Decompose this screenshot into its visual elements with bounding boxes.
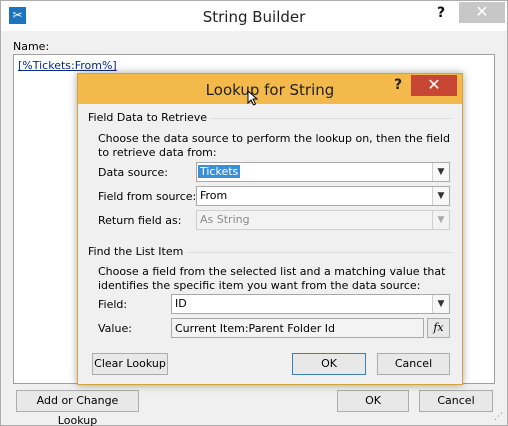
field-label: Field:: [98, 298, 128, 311]
resize-grip-icon[interactable]: ⋰: [494, 412, 504, 422]
clear-lookup-button[interactable]: Clear Lookup: [92, 353, 168, 375]
outer-ok-button[interactable]: OK: [337, 390, 409, 412]
formula-builder-button[interactable]: fx: [427, 318, 450, 338]
outer-close-button[interactable]: ✕: [459, 2, 505, 23]
value-label: Value:: [98, 322, 132, 335]
field-data-description: Choose the data source to perform the lo…: [98, 132, 450, 159]
dialog-ok-button[interactable]: OK: [292, 353, 366, 375]
outer-window-title: String Builder: [202, 8, 306, 26]
chevron-down-icon[interactable]: ▼: [432, 295, 449, 313]
outer-help-button[interactable]: ?: [433, 5, 449, 25]
return-field-select: As String ▼: [196, 210, 450, 230]
outer-titlebar: ✂ String Builder ? ✕: [1, 1, 507, 31]
data-source-label: Data source:: [98, 166, 168, 179]
field-from-source-value: From: [200, 189, 228, 202]
add-or-change-lookup-button[interactable]: Add or Change Lookup: [16, 390, 139, 426]
group-title-field-data: Field Data to Retrieve: [88, 111, 212, 124]
list-item-description: Choose a field from the selected list an…: [98, 265, 446, 292]
value-input[interactable]: Current Item:Parent Folder Id: [171, 318, 424, 338]
value-input-text: Current Item:Parent Folder Id: [175, 322, 335, 335]
data-source-select[interactable]: Tickets ▼: [196, 162, 450, 182]
return-field-value: As String: [200, 213, 250, 226]
chevron-down-icon[interactable]: ▼: [432, 187, 449, 205]
dialog-close-button[interactable]: ✕: [411, 75, 457, 96]
lookup-for-string-dialog: Lookup for String ? ✕ Field Data to Retr…: [77, 73, 463, 385]
dialog-cancel-button[interactable]: Cancel: [377, 353, 450, 375]
field-from-source-select[interactable]: From ▼: [196, 186, 450, 206]
name-lookup-token[interactable]: [%Tickets:From%]: [18, 59, 117, 72]
chevron-down-icon[interactable]: ▼: [432, 163, 449, 181]
return-field-label: Return field as:: [98, 214, 182, 227]
dialog-titlebar[interactable]: Lookup for String ? ✕: [78, 74, 462, 104]
field-from-source-label: Field from source:: [98, 190, 197, 203]
dialog-help-button[interactable]: ?: [391, 77, 405, 93]
chevron-down-icon: ▼: [432, 211, 449, 229]
data-source-value: Tickets: [198, 165, 241, 178]
mouse-pointer-icon: [247, 90, 259, 106]
name-label: Name:: [13, 40, 50, 53]
outer-cancel-button[interactable]: Cancel: [419, 390, 493, 412]
group-title-list-item: Find the List Item: [88, 245, 188, 258]
field-select[interactable]: ID ▼: [171, 294, 450, 314]
field-select-value: ID: [175, 297, 187, 310]
